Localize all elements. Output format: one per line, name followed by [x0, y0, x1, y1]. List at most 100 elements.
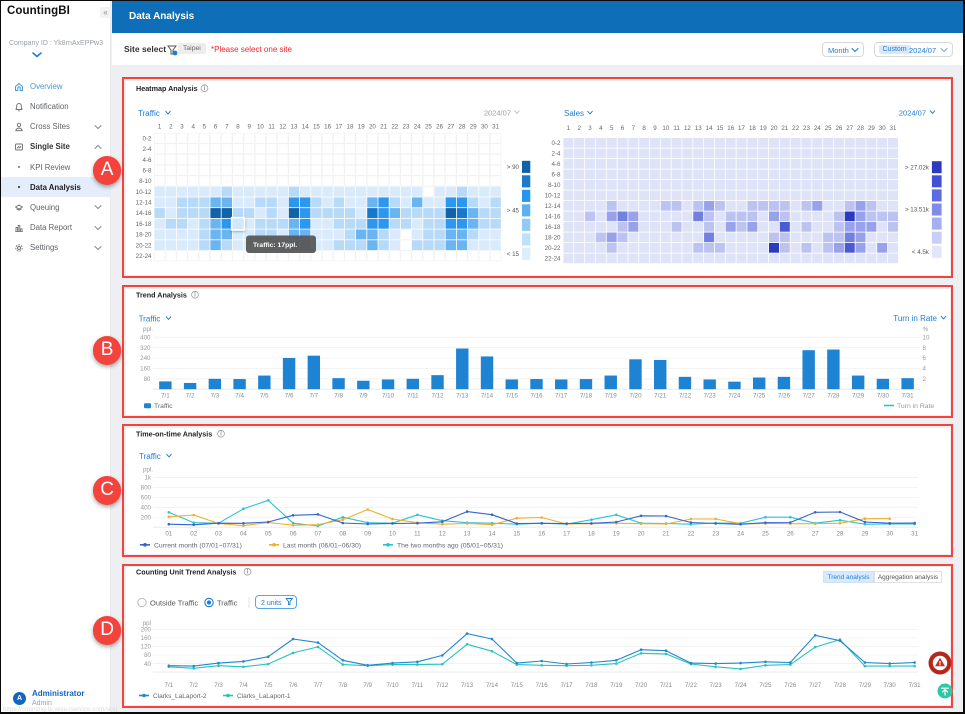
svg-text:17: 17 — [563, 531, 570, 538]
svg-text:2 units: 2 units — [261, 600, 282, 607]
svg-text:7/24: 7/24 — [728, 393, 741, 400]
svg-text:20-22: 20-22 — [545, 245, 561, 252]
svg-text:7/25: 7/25 — [753, 393, 766, 400]
svg-text:ppl.: ppl. — [143, 326, 153, 333]
svg-text:7/27: 7/27 — [803, 393, 816, 400]
svg-text:7/22: 7/22 — [685, 682, 698, 689]
svg-text:0-2: 0-2 — [552, 140, 562, 147]
svg-text:7/29: 7/29 — [859, 682, 872, 689]
svg-text:7/18: 7/18 — [580, 393, 593, 400]
svg-text:7/1: 7/1 — [164, 682, 173, 689]
svg-text:> 27.02k: > 27.02k — [905, 164, 930, 171]
svg-text:5: 5 — [203, 123, 207, 130]
svg-text:7/28: 7/28 — [834, 682, 847, 689]
svg-text:05: 05 — [265, 531, 272, 538]
svg-text:16-18: 16-18 — [545, 224, 561, 231]
svg-text:Traffic: Traffic — [139, 452, 161, 461]
svg-text:10-12: 10-12 — [545, 193, 561, 200]
svg-text:> 13.51k: > 13.51k — [905, 207, 930, 214]
svg-text:200: 200 — [141, 515, 152, 522]
svg-text:7/2: 7/2 — [189, 682, 198, 689]
svg-text:7/13: 7/13 — [461, 682, 474, 689]
svg-text:22: 22 — [687, 531, 694, 538]
svg-text:6: 6 — [621, 125, 625, 132]
svg-text:7/22: 7/22 — [679, 393, 692, 400]
svg-text:4-6: 4-6 — [552, 161, 562, 168]
svg-text:> 90: > 90 — [507, 164, 520, 171]
svg-text:30: 30 — [879, 125, 886, 132]
svg-text:11: 11 — [414, 531, 421, 538]
svg-text:7/31: 7/31 — [909, 682, 922, 689]
svg-text:8-10: 8-10 — [139, 178, 152, 185]
svg-text:7: 7 — [632, 125, 636, 132]
svg-text:7/12: 7/12 — [431, 393, 444, 400]
svg-text:06: 06 — [290, 531, 297, 538]
svg-text:800: 800 — [141, 485, 152, 492]
svg-text:7/23: 7/23 — [704, 393, 717, 400]
svg-text:> 45: > 45 — [507, 208, 520, 215]
svg-text:18-20: 18-20 — [136, 232, 152, 239]
svg-text:7/26: 7/26 — [784, 682, 797, 689]
svg-text:8: 8 — [642, 125, 646, 132]
svg-text:7/26: 7/26 — [778, 393, 791, 400]
svg-text:1: 1 — [567, 125, 571, 132]
svg-text:7/13: 7/13 — [456, 393, 469, 400]
svg-text:7/21: 7/21 — [660, 682, 673, 689]
svg-text:600: 600 — [141, 495, 152, 502]
svg-text:Current month (07/01~07/31): Current month (07/01~07/31) — [154, 542, 242, 549]
svg-text:6-8: 6-8 — [143, 167, 153, 174]
svg-text:80: 80 — [144, 652, 151, 659]
svg-text:7: 7 — [225, 123, 229, 130]
svg-text:7/8: 7/8 — [338, 682, 347, 689]
svg-text:7/14: 7/14 — [486, 682, 499, 689]
svg-text:12-14: 12-14 — [545, 203, 561, 210]
svg-text:< 4.5k: < 4.5k — [912, 249, 930, 256]
svg-text:10: 10 — [662, 125, 669, 132]
svg-text:2024/07: 2024/07 — [484, 109, 511, 118]
svg-text:7/29: 7/29 — [852, 393, 865, 400]
svg-text:Heatmap Analysis: Heatmap Analysis — [136, 84, 198, 93]
svg-text:7/7: 7/7 — [309, 393, 318, 400]
svg-text:25: 25 — [762, 531, 769, 538]
svg-text:Time-on-time Analysis: Time-on-time Analysis — [136, 430, 212, 439]
svg-text:Counting Unit Trend Analysis: Counting Unit Trend Analysis — [136, 568, 236, 577]
svg-text:Traffic: Traffic — [139, 315, 161, 324]
svg-text:Clarks_LaLaport-2: Clarks_LaLaport-2 — [153, 693, 207, 700]
svg-text:25: 25 — [825, 125, 832, 132]
svg-text:9: 9 — [247, 123, 251, 130]
svg-text:16: 16 — [538, 531, 545, 538]
svg-text:28: 28 — [459, 123, 466, 130]
svg-text:24: 24 — [414, 123, 421, 130]
svg-text:8-10: 8-10 — [548, 182, 561, 189]
svg-text:160: 160 — [140, 366, 151, 373]
svg-text:7/27: 7/27 — [809, 682, 822, 689]
svg-text:7/10: 7/10 — [386, 682, 399, 689]
svg-text:2024/07: 2024/07 — [899, 109, 926, 118]
svg-text:16-18: 16-18 — [136, 221, 152, 228]
svg-text:5: 5 — [610, 125, 614, 132]
svg-text:21: 21 — [380, 123, 387, 130]
svg-text:19: 19 — [760, 125, 767, 132]
svg-text:7/20: 7/20 — [635, 682, 648, 689]
svg-text:27: 27 — [447, 123, 454, 130]
svg-text:8: 8 — [923, 345, 927, 352]
svg-text:7/4: 7/4 — [239, 682, 248, 689]
svg-text:15: 15 — [313, 123, 320, 130]
svg-text:7/31: 7/31 — [902, 393, 915, 400]
svg-text:13: 13 — [464, 531, 471, 538]
svg-text:4: 4 — [923, 366, 927, 373]
svg-text:19: 19 — [613, 531, 620, 538]
svg-text:09: 09 — [364, 531, 371, 538]
svg-text:7/20: 7/20 — [629, 393, 642, 400]
svg-text:23: 23 — [712, 531, 719, 538]
svg-text:14: 14 — [489, 531, 496, 538]
svg-text:2: 2 — [923, 376, 927, 383]
svg-text:13: 13 — [695, 125, 702, 132]
svg-text:400: 400 — [141, 505, 152, 512]
svg-text:12-14: 12-14 — [136, 200, 152, 207]
svg-text:2-4: 2-4 — [143, 146, 153, 153]
svg-text:24: 24 — [814, 125, 821, 132]
svg-text:1: 1 — [158, 123, 162, 130]
svg-text:22: 22 — [792, 125, 799, 132]
svg-text:24: 24 — [737, 531, 744, 538]
